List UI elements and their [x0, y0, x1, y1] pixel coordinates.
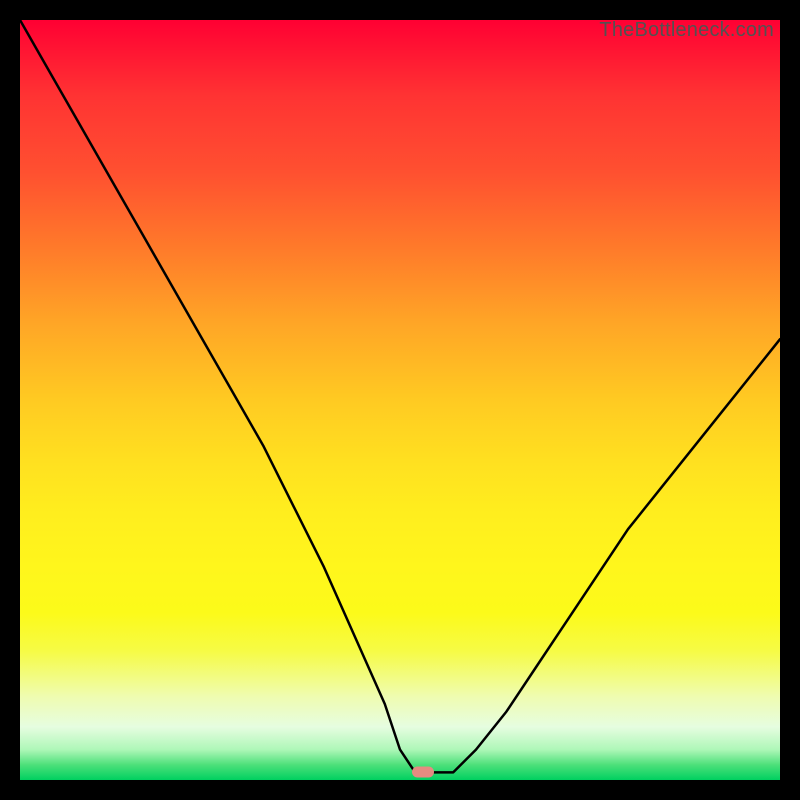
- watermark-text: TheBottleneck.com: [599, 20, 774, 42]
- chart-frame: TheBottleneck.com: [0, 0, 800, 800]
- bottleneck-curve: [20, 20, 780, 780]
- optimal-point-marker: [412, 767, 434, 778]
- plot-area: TheBottleneck.com: [20, 20, 780, 780]
